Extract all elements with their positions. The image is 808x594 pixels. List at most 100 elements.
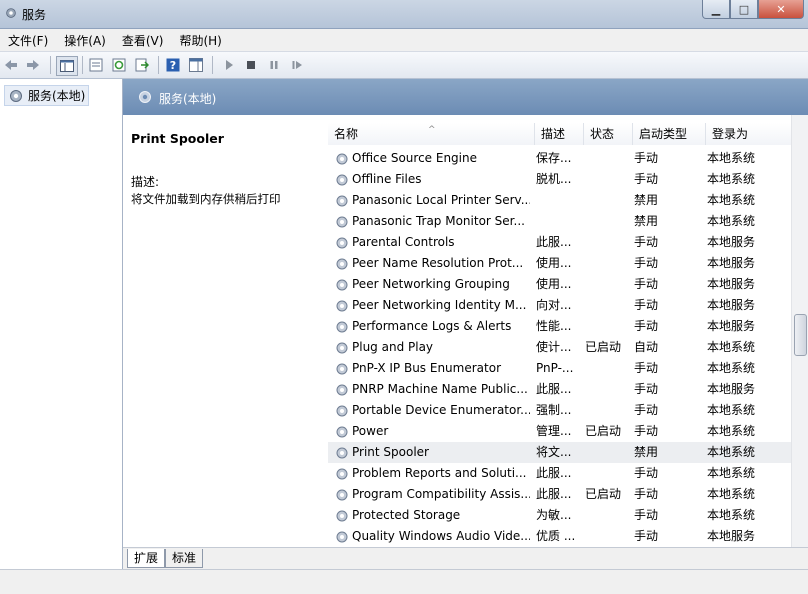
tab-standard[interactable]: 标准 bbox=[165, 549, 204, 568]
table-row[interactable]: Protected Storage 为敏... 手动 本地系统 bbox=[328, 505, 792, 526]
table-row[interactable]: Office Source Engine 保存... 手动 本地系统 bbox=[328, 148, 792, 169]
table-row[interactable]: Panasonic Trap Monitor Ser... 禁用 本地系统 bbox=[328, 211, 792, 232]
stop-icon bbox=[247, 61, 255, 69]
forward-button[interactable] bbox=[25, 57, 41, 73]
service-status-cell bbox=[585, 274, 629, 295]
column-label: 启动类型 bbox=[639, 127, 688, 141]
service-name: Peer Networking Identity M... bbox=[352, 298, 527, 312]
table-row[interactable]: PnP-X IP Bus Enumerator PnP-... 手动 本地系统 bbox=[328, 358, 792, 379]
service-startup-type-cell: 手动 bbox=[634, 508, 659, 522]
show-console-tree-button[interactable] bbox=[56, 56, 78, 76]
service-logon-cell: 本地系统 bbox=[707, 214, 756, 228]
console-tree-icon bbox=[60, 60, 74, 72]
service-logon-cell: 本地系统 bbox=[707, 151, 756, 165]
maximize-icon: □ bbox=[738, 2, 750, 16]
service-logon-cell: 本地系统 bbox=[707, 466, 756, 480]
table-row[interactable]: Peer Networking Identity M... 向对... 手动 本地服务 bbox=[328, 295, 792, 316]
service-logon-cell: 本地服务 bbox=[707, 319, 756, 333]
service-startup-type-cell: 禁用 bbox=[634, 214, 659, 228]
table-row[interactable]: Quality Windows Audio Vide... 优质 ... 手动 本地服… bbox=[328, 526, 792, 547]
table-row[interactable]: Panasonic Local Printer Serv... 禁用 本地系统 bbox=[328, 190, 792, 211]
pause-service-button[interactable] bbox=[266, 57, 282, 73]
service-name: Power bbox=[352, 424, 389, 438]
table-row[interactable]: Plug and Play 使计... 已启动 自动 本地系统 bbox=[328, 337, 792, 358]
service-logon-cell: 本地系统 bbox=[707, 193, 756, 207]
play-icon bbox=[226, 60, 233, 70]
column-header-name[interactable]: ^ 名称 bbox=[328, 123, 535, 145]
vertical-scrollbar[interactable] bbox=[791, 115, 808, 547]
table-row[interactable]: Peer Name Resolution Prot... 使用... 手动 本地服务 bbox=[328, 253, 792, 274]
minimize-button[interactable]: ▁ bbox=[702, 0, 730, 19]
menu-bar: 文件(F) 操作(A) 查看(V) 帮助(H) bbox=[0, 29, 808, 52]
table-row[interactable]: Portable Device Enumerator... 强制... 手动 本地系统 bbox=[328, 400, 792, 421]
service-status-cell bbox=[585, 232, 629, 253]
show-action-pane-button[interactable] bbox=[188, 57, 204, 73]
service-description-cell: 脱机... bbox=[536, 172, 572, 186]
maximize-button[interactable]: □ bbox=[730, 0, 758, 19]
service-logon-cell: 本地服务 bbox=[707, 277, 756, 291]
tree-item-services-local[interactable]: 服务(本地) bbox=[4, 85, 90, 106]
service-logon-cell: 本地服务 bbox=[707, 298, 756, 312]
service-logon-cell: 本地服务 bbox=[707, 382, 756, 396]
service-name-cell: Peer Name Resolution Prot... bbox=[334, 253, 530, 274]
stop-service-button[interactable] bbox=[243, 57, 259, 73]
table-row[interactable]: Peer Networking Grouping 使用... 手动 本地服务 bbox=[328, 274, 792, 295]
table-row[interactable]: PNRP Machine Name Public... 此服... 手动 本地服务 bbox=[328, 379, 792, 400]
start-service-button[interactable] bbox=[221, 57, 237, 73]
service-name: Offline Files bbox=[352, 172, 422, 186]
service-name: Protected Storage bbox=[352, 508, 461, 522]
menu-file[interactable]: 文件(F) bbox=[0, 32, 56, 49]
table-row[interactable]: Program Compatibility Assis... 此服... 已启动 手动… bbox=[328, 484, 792, 505]
service-name: Peer Name Resolution Prot... bbox=[352, 256, 524, 270]
table-row[interactable]: Problem Reports and Soluti... 此服... 手动 本地系统 bbox=[328, 463, 792, 484]
service-gear-icon bbox=[336, 153, 348, 164]
help-button[interactable]: ? bbox=[165, 57, 181, 73]
service-description-cell: 将文... bbox=[536, 445, 572, 459]
column-header-logon-as[interactable]: 登录为 bbox=[706, 123, 792, 145]
service-name: Panasonic Trap Monitor Ser... bbox=[352, 214, 525, 228]
table-row[interactable]: Offline Files 脱机... 手动 本地系统 bbox=[328, 169, 792, 190]
column-header-status[interactable]: 状态 bbox=[584, 123, 633, 145]
svg-text:?: ? bbox=[170, 59, 176, 72]
service-logon-cell: 本地系统 bbox=[707, 445, 756, 459]
menu-view[interactable]: 查看(V) bbox=[114, 32, 172, 49]
service-name-cell: Portable Device Enumerator... bbox=[334, 400, 530, 421]
table-row[interactable]: Parental Controls 此服... 手动 本地服务 bbox=[328, 232, 792, 253]
service-rows: Office Source Engine 保存... 手动 本地系统 Offline F… bbox=[328, 148, 792, 547]
service-name: PNRP Machine Name Public... bbox=[352, 382, 528, 396]
service-description-cell bbox=[536, 190, 578, 211]
properties-button[interactable] bbox=[88, 57, 104, 73]
service-status-cell bbox=[585, 148, 629, 169]
service-gear-icon bbox=[336, 363, 348, 374]
service-startup-type-cell: 手动 bbox=[634, 487, 659, 501]
service-logon-cell: 本地系统 bbox=[707, 403, 756, 417]
table-row[interactable]: Performance Logs & Alerts 性能... 手动 本地服务 bbox=[328, 316, 792, 337]
back-button[interactable] bbox=[3, 57, 19, 73]
table-row[interactable]: Power 管理... 已启动 手动 本地系统 bbox=[328, 421, 792, 442]
status-bar bbox=[0, 569, 808, 594]
services-gear-icon bbox=[10, 89, 22, 102]
services-gear-icon bbox=[139, 91, 151, 103]
service-gear-icon bbox=[336, 405, 348, 416]
close-button[interactable]: ✕ bbox=[758, 0, 804, 19]
column-header-startup-type[interactable]: 启动类型 bbox=[633, 123, 706, 145]
services-list: ^ 名称 描述 状态 启动类型 登录为 Office Source Engine… bbox=[328, 115, 808, 547]
service-name: Program Compatibility Assis... bbox=[352, 487, 530, 501]
table-row[interactable]: Print Spooler 将文... 禁用 本地系统 bbox=[328, 442, 792, 463]
column-header-description[interactable]: 描述 bbox=[535, 123, 584, 145]
menu-action[interactable]: 操作(A) bbox=[56, 32, 114, 49]
scrollbar-thumb[interactable] bbox=[794, 314, 807, 356]
restart-icon bbox=[292, 61, 302, 69]
service-startup-type-cell: 手动 bbox=[634, 298, 659, 312]
service-gear-icon bbox=[336, 489, 348, 500]
menu-help[interactable]: 帮助(H) bbox=[171, 32, 229, 49]
service-status-cell bbox=[585, 190, 629, 211]
service-startup-type-cell: 自动 bbox=[634, 340, 659, 354]
restart-service-button[interactable] bbox=[289, 57, 305, 73]
service-startup-type-cell: 手动 bbox=[634, 277, 659, 291]
service-gear-icon bbox=[336, 342, 348, 353]
refresh-button[interactable] bbox=[111, 57, 127, 73]
service-logon-cell: 本地系统 bbox=[707, 424, 756, 438]
export-list-button[interactable] bbox=[134, 57, 150, 73]
tab-extended[interactable]: 扩展 bbox=[127, 549, 166, 568]
